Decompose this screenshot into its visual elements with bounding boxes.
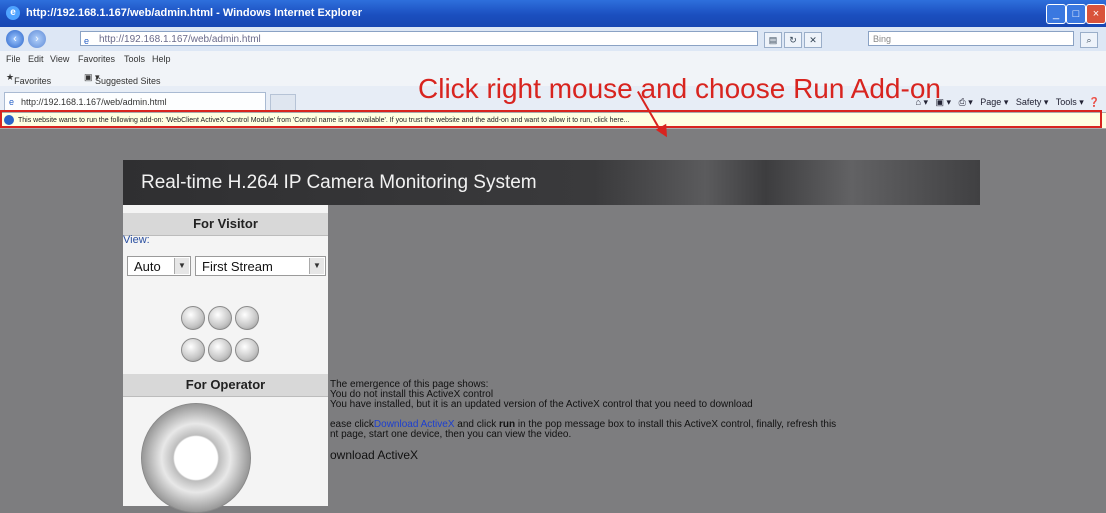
chevron-down-icon: ▼: [174, 258, 189, 274]
favorites-button[interactable]: ★ Favorites: [6, 72, 51, 86]
page-favicon-icon: e: [84, 36, 90, 46]
instruction-annotation: Click right mouse and choose Run Add-on: [418, 73, 941, 104]
chevron-down-icon: ▼: [309, 258, 324, 274]
tab-label: http://192.168.1.167/web/admin.html: [21, 97, 167, 107]
menu-bar: File Edit View Favorites Tools Help: [0, 51, 1106, 68]
message-line: You have installed, but it is an updated…: [330, 399, 753, 410]
internet-explorer-icon: e: [6, 6, 20, 20]
page-banner: Real-time H.264 IP Camera Monitoring Sys…: [123, 160, 980, 205]
refresh-button[interactable]: ↻: [784, 32, 802, 48]
rotate-right-icon[interactable]: [235, 306, 259, 330]
view-mode-value: Auto: [134, 259, 161, 274]
suggested-sites-label: Suggested Sites: [95, 76, 161, 86]
compatibility-view-button[interactable]: ▤: [764, 32, 782, 48]
view-label: View:: [123, 234, 150, 246]
visitor-panel-title: For Visitor: [123, 213, 328, 236]
reset-icon[interactable]: [235, 338, 259, 362]
tab-favicon-icon: e: [9, 97, 15, 107]
stream-select[interactable]: First Stream ▼: [195, 256, 326, 276]
rotate-left-icon[interactable]: [208, 306, 232, 330]
suggested-sites-link[interactable]: ▣ Suggested Sites ▾: [84, 72, 161, 86]
back-arrow-icon[interactable]: ‹: [6, 30, 24, 48]
preset-icon[interactable]: [181, 306, 205, 330]
search-placeholder: Bing: [873, 34, 892, 44]
close-button[interactable]: ×: [1086, 4, 1106, 24]
highlight-box: [0, 110, 1102, 128]
menu-help[interactable]: Help: [152, 54, 171, 64]
favorites-label: Favorites: [14, 76, 52, 86]
menu-favorites[interactable]: Favorites: [78, 54, 115, 64]
menu-edit[interactable]: Edit: [28, 54, 44, 64]
address-input[interactable]: e http://192.168.1.167/web/admin.html: [80, 31, 758, 46]
window-title: http://192.168.1.167/web/admin.html - Wi…: [26, 7, 363, 19]
flip-icon[interactable]: [208, 338, 232, 362]
stream-value: First Stream: [202, 259, 273, 274]
menu-view[interactable]: View: [50, 54, 69, 64]
mirror-icon[interactable]: [181, 338, 205, 362]
activex-message: The emergence of this page shows: You do…: [330, 380, 836, 462]
search-icon[interactable]: ⌕: [1080, 32, 1098, 48]
search-input[interactable]: Bing: [868, 31, 1074, 46]
page-title: Real-time H.264 IP Camera Monitoring Sys…: [141, 172, 537, 193]
control-panel: For Visitor View: Auto ▼ First Stream ▼ …: [123, 205, 328, 513]
ptz-joystick-icon[interactable]: [141, 403, 251, 513]
stop-button[interactable]: ✕: [804, 32, 822, 48]
maximize-button[interactable]: □: [1066, 4, 1086, 24]
address-toolbar: ‹ › e http://192.168.1.167/web/admin.htm…: [0, 27, 1106, 52]
address-text: http://192.168.1.167/web/admin.html: [99, 34, 261, 45]
minimize-button[interactable]: _: [1046, 4, 1066, 24]
menu-file[interactable]: File: [6, 54, 21, 64]
menu-tools[interactable]: Tools: [124, 54, 145, 64]
window-titlebar: e http://192.168.1.167/web/admin.html - …: [0, 0, 1106, 27]
tab-current[interactable]: e http://192.168.1.167/web/admin.html: [4, 92, 266, 110]
message-line: nt page, start one device, then you can …: [330, 429, 572, 440]
operator-panel-title: For Operator: [123, 374, 328, 397]
download-activex-heading: ownload ActiveX: [330, 448, 419, 462]
view-mode-select[interactable]: Auto ▼: [127, 256, 191, 276]
forward-arrow-icon[interactable]: ›: [28, 30, 46, 48]
